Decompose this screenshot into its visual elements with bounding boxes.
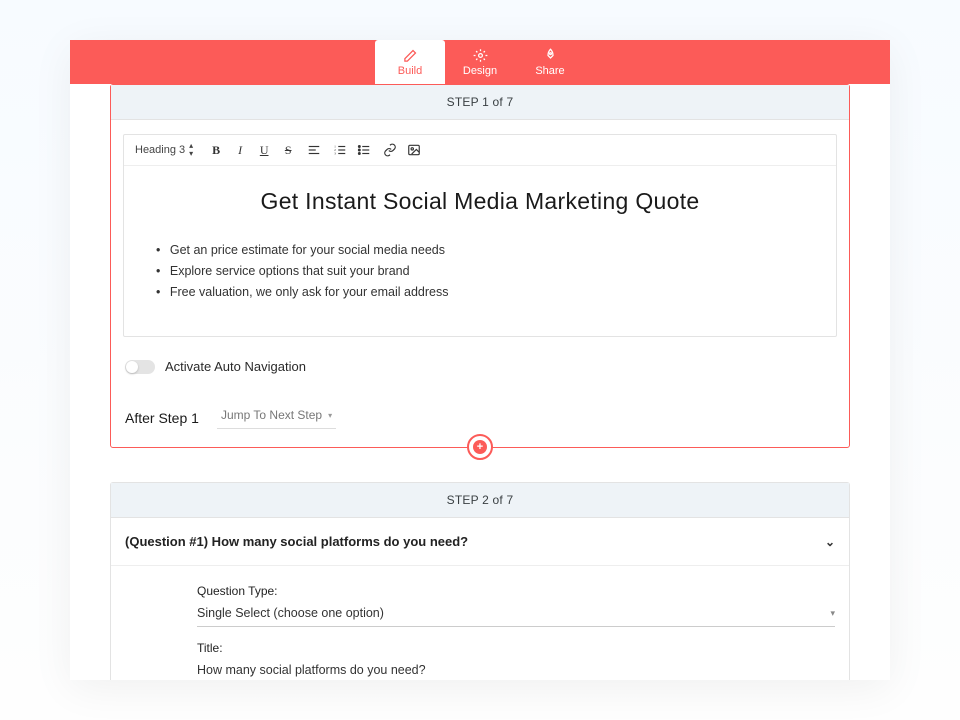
heading-select[interactable]: Heading 3 ▴▾ xyxy=(130,139,198,161)
chevron-down-icon: ⌄ xyxy=(825,535,835,549)
auto-nav-toggle[interactable] xyxy=(125,360,155,374)
app-window: Build Design Share STEP xyxy=(70,40,890,680)
question-title-label: Title: xyxy=(197,641,835,655)
editor-content[interactable]: Get Instant Social Media Marketing Quote… xyxy=(124,166,836,336)
tab-design-label: Design xyxy=(463,65,497,77)
chevron-down-icon: ▾ xyxy=(328,411,332,420)
bullet-list: Get an price estimate for your social me… xyxy=(156,243,818,299)
list-item: Free valuation, we only ask for your ema… xyxy=(156,285,818,299)
question-title-value: How many social platforms do you need? xyxy=(197,663,426,677)
image-button[interactable] xyxy=(406,142,422,158)
list-item: Explore service options that suit your b… xyxy=(156,264,818,278)
after-step-label: After Step 1 xyxy=(125,410,199,426)
strike-button[interactable]: S xyxy=(280,142,296,158)
svg-text:3: 3 xyxy=(334,152,336,156)
jump-dropdown-label: Jump To Next Step xyxy=(221,408,322,422)
editor-toolbar: Heading 3 ▴▾ B I U S xyxy=(124,135,836,166)
jump-dropdown[interactable]: Jump To Next Step ▾ xyxy=(217,406,336,429)
underline-button[interactable]: U xyxy=(256,142,272,158)
question-header-row[interactable]: (Question #1) How many social platforms … xyxy=(111,518,849,566)
gear-icon xyxy=(472,47,488,63)
auto-nav-label: Activate Auto Navigation xyxy=(165,359,306,374)
link-button[interactable] xyxy=(382,142,398,158)
heading-select-label: Heading 3 xyxy=(135,144,185,156)
tab-build[interactable]: Build xyxy=(375,40,445,84)
step-2-header: STEP 2 of 7 xyxy=(111,483,849,518)
plus-icon: + xyxy=(473,440,487,454)
rich-text-editor: Heading 3 ▴▾ B I U S xyxy=(123,134,837,337)
ordered-list-button[interactable]: 123 xyxy=(332,142,348,158)
top-nav: Build Design Share xyxy=(70,40,890,84)
tab-build-label: Build xyxy=(398,65,422,77)
question-type-label: Question Type: xyxy=(197,584,835,598)
step-1-card: STEP 1 of 7 Heading 3 ▴▾ B I U S xyxy=(110,84,850,448)
add-step-button[interactable]: + xyxy=(467,434,493,460)
step-1-header: STEP 1 of 7 xyxy=(111,85,849,120)
question-title-input[interactable]: How many social platforms do you need? xyxy=(197,659,835,680)
align-button[interactable] xyxy=(306,142,322,158)
pencil-icon xyxy=(402,47,418,63)
bullet-list-button[interactable] xyxy=(356,142,372,158)
bold-button[interactable]: B xyxy=(208,142,224,158)
chevron-down-icon: ▾ xyxy=(830,608,835,619)
tab-design[interactable]: Design xyxy=(445,40,515,84)
step-2-card: STEP 2 of 7 (Question #1) How many socia… xyxy=(110,482,850,680)
question-type-select[interactable]: Single Select (choose one option) ▾ xyxy=(197,602,835,627)
rocket-icon xyxy=(542,47,558,63)
question-header-label: (Question #1) How many social platforms … xyxy=(125,534,468,549)
updown-icon: ▴▾ xyxy=(189,142,193,158)
step-title: Get Instant Social Media Marketing Quote xyxy=(142,188,818,215)
list-item: Get an price estimate for your social me… xyxy=(156,243,818,257)
tab-share-label: Share xyxy=(535,65,564,77)
tab-share[interactable]: Share xyxy=(515,40,585,84)
italic-button[interactable]: I xyxy=(232,142,248,158)
question-type-value: Single Select (choose one option) xyxy=(197,606,384,620)
